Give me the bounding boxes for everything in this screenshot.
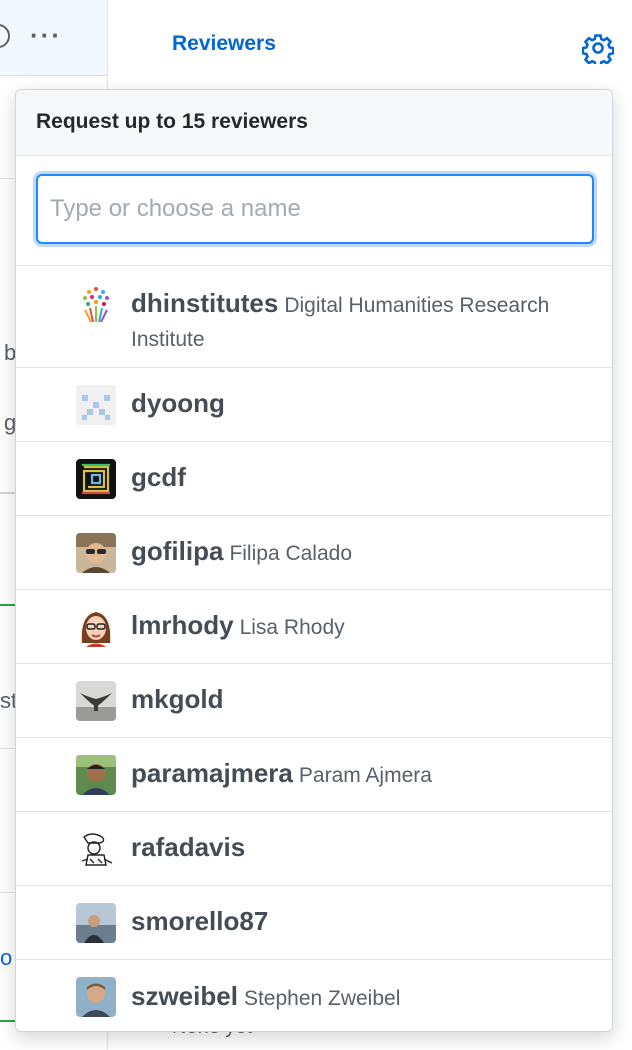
reviewer-text: lmrhody Lisa Rhody bbox=[131, 608, 345, 645]
sketch-avatar bbox=[76, 829, 116, 869]
reviewer-text: dhinstitutes Digital Humanities Research … bbox=[131, 286, 612, 357]
reviewer-login: smorello87 bbox=[131, 906, 269, 936]
photo-avatar bbox=[76, 977, 116, 1017]
reviewer-text: mkgold bbox=[131, 682, 229, 719]
reviewer-fullname: Param Ajmera bbox=[298, 764, 432, 787]
comment-header: ··· bbox=[0, 0, 107, 76]
emoji-reaction-icon[interactable] bbox=[0, 24, 10, 48]
reviewers-heading[interactable]: Reviewers bbox=[172, 32, 276, 56]
more-options-icon[interactable]: ··· bbox=[30, 22, 62, 48]
reviewer-option-gcdf[interactable]: gcdf bbox=[16, 442, 612, 516]
reviewer-option-lmrhody[interactable]: lmrhody Lisa Rhody bbox=[16, 590, 612, 664]
reviewer-option-mkgold[interactable]: mkgold bbox=[16, 664, 612, 738]
reviewer-text: szweibel Stephen Zweibel bbox=[131, 979, 400, 1016]
popover-header: Request up to 15 reviewers bbox=[16, 90, 612, 156]
reviewer-text: gcdf bbox=[131, 460, 192, 497]
reviewers-popover: Request up to 15 reviewers Type or choos… bbox=[15, 89, 613, 1032]
reviewer-login: dhinstitutes bbox=[131, 288, 279, 318]
reviewer-login: szweibel bbox=[131, 980, 238, 1011]
reviewer-login: rafadavis bbox=[131, 832, 246, 862]
reviewer-option-smorello87[interactable]: smorello87 bbox=[16, 886, 612, 960]
reviewer-login: paramajmera bbox=[131, 758, 293, 788]
gear-icon[interactable] bbox=[582, 32, 614, 64]
reviewer-option-dyoong[interactable]: dyoong bbox=[16, 368, 612, 442]
reviewer-option-paramajmera[interactable]: paramajmera Param Ajmera bbox=[16, 738, 612, 812]
photo-avatar bbox=[76, 533, 116, 573]
reviewer-text: dyoong bbox=[131, 386, 231, 423]
reviewer-fullname: Lisa Rhody bbox=[239, 616, 345, 639]
reviewer-login: lmrhody bbox=[131, 610, 234, 640]
whale-tail-avatar bbox=[76, 681, 116, 721]
reviewer-fullname: Stephen Zweibel bbox=[243, 986, 401, 1010]
reviewer-login: gofilipa bbox=[131, 536, 224, 566]
dark-pattern-avatar bbox=[76, 459, 116, 499]
colorful-tree-avatar bbox=[76, 284, 116, 324]
identicon-avatar bbox=[76, 385, 116, 425]
filter-area bbox=[16, 156, 612, 266]
link-fragment[interactable]: o bbox=[0, 945, 12, 971]
reviewer-login: gcdf bbox=[131, 462, 186, 492]
reviewer-fullname: Filipa Calado bbox=[229, 542, 353, 565]
reviewer-filter-input[interactable] bbox=[36, 174, 594, 244]
reviewer-option-gofilipa[interactable]: gofilipa Filipa Calado bbox=[16, 516, 612, 590]
reviewer-text: smorello87 bbox=[131, 904, 274, 941]
photo-avatar bbox=[76, 755, 116, 795]
reviewer-login: dyoong bbox=[131, 388, 225, 418]
cartoon-avatar bbox=[76, 607, 116, 647]
reviewer-text: rafadavis bbox=[131, 830, 251, 867]
reviewer-option-dhinstitutes[interactable]: dhinstitutes Digital Humanities Research … bbox=[16, 266, 612, 368]
reviewer-text: paramajmera Param Ajmera bbox=[131, 756, 432, 793]
reviewer-option-rafadavis[interactable]: rafadavis bbox=[16, 812, 612, 886]
reviewer-login: mkgold bbox=[131, 684, 224, 714]
reviewer-text: gofilipa Filipa Calado bbox=[131, 534, 352, 571]
photo-avatar bbox=[76, 903, 116, 943]
reviewer-option-szweibel[interactable]: szweibel Stephen Zweibel bbox=[16, 960, 612, 1031]
